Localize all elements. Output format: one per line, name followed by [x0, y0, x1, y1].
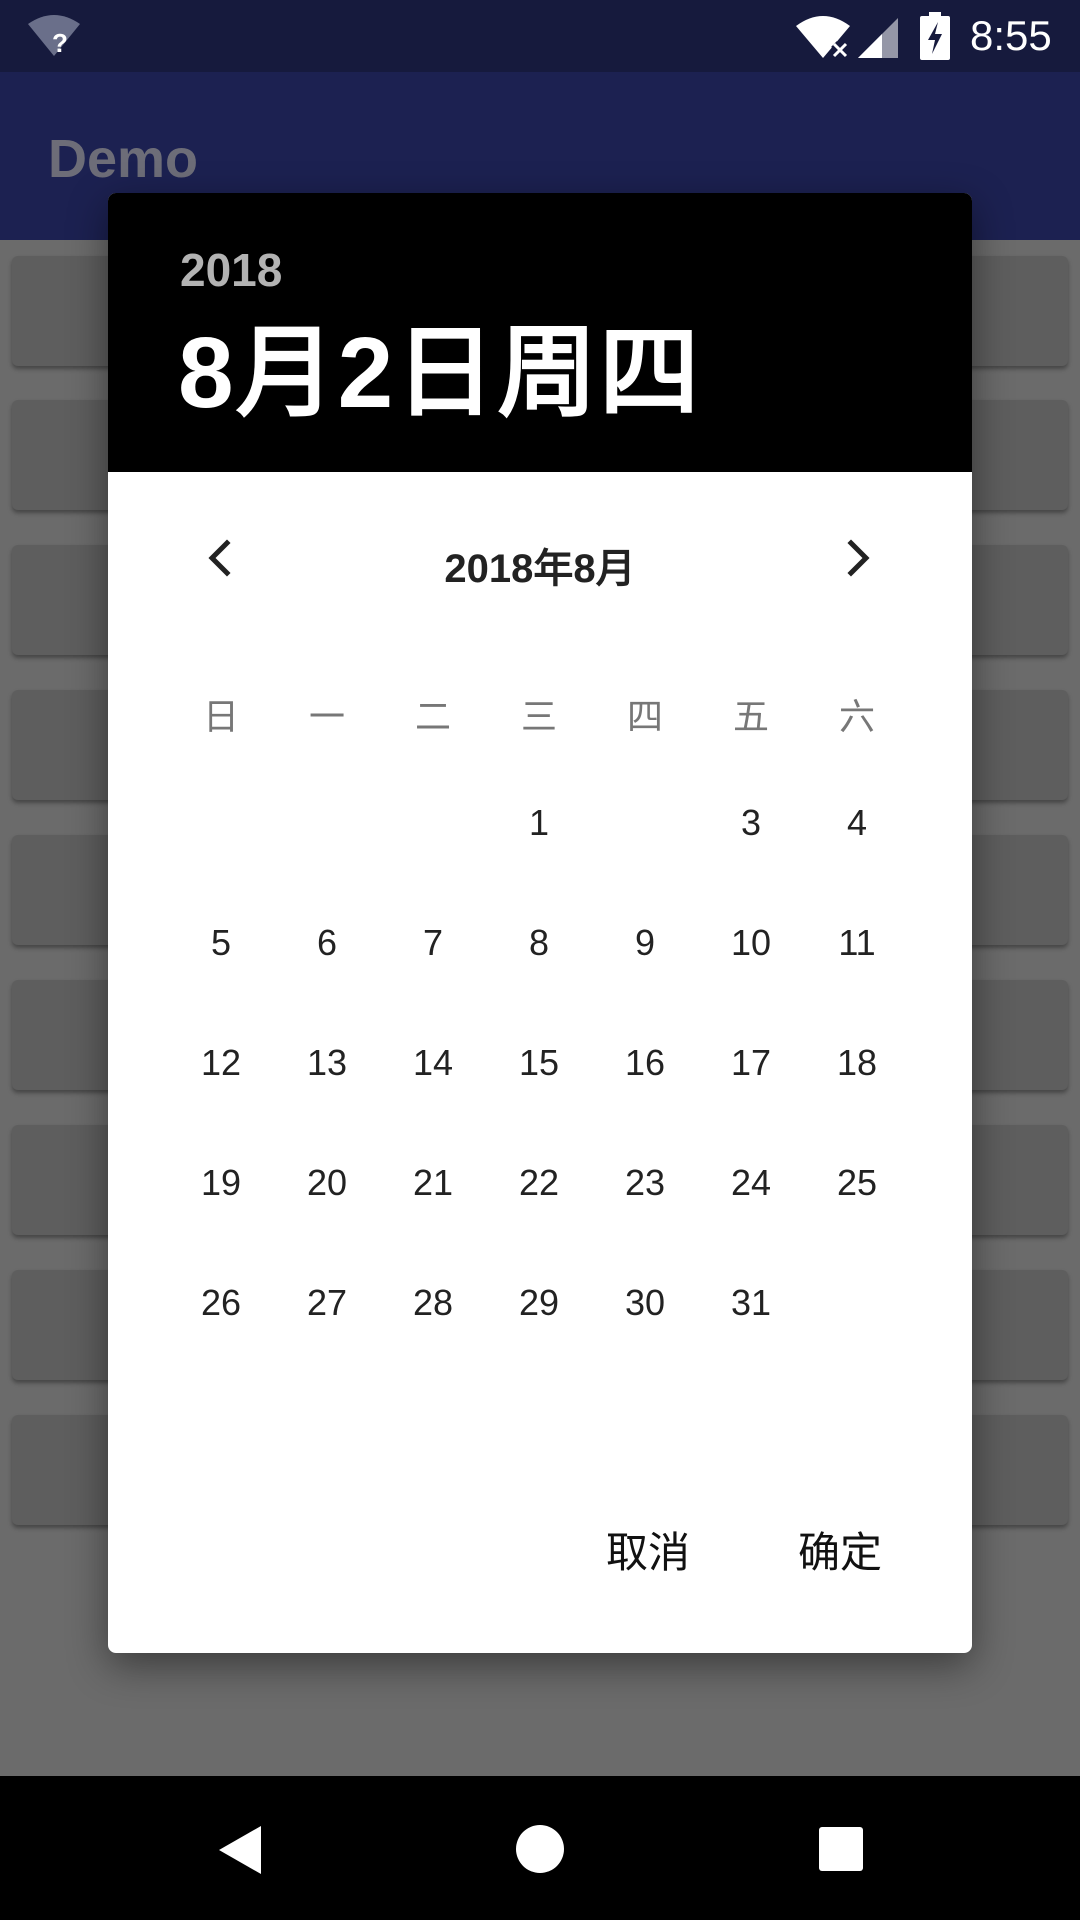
recents-icon[interactable] [818, 1826, 864, 1872]
day-cell[interactable]: 22 [479, 1123, 599, 1243]
day-cell[interactable]: 13 [267, 1003, 387, 1123]
day-number: 21 [412, 1162, 454, 1203]
day-cell[interactable]: 29 [479, 1243, 599, 1363]
weekday-label: 一 [308, 696, 345, 737]
status-time: 8:55 [970, 12, 1052, 59]
day-number: 10 [730, 922, 772, 963]
day-cell[interactable]: 27 [267, 1243, 387, 1363]
day-number: 2 [634, 802, 656, 843]
ok-button[interactable]: 确定 [798, 1523, 882, 1583]
day-cell[interactable]: 16 [585, 1003, 705, 1123]
day-cell[interactable]: 10 [691, 883, 811, 1003]
day-number: 24 [730, 1162, 772, 1203]
day-number: 9 [634, 922, 656, 963]
day-cell[interactable]: 3 [691, 763, 811, 883]
home-icon[interactable] [515, 1824, 565, 1874]
day-number: 30 [624, 1282, 666, 1323]
wifi-question-icon: ? [28, 15, 80, 58]
day-number: 4 [846, 802, 868, 843]
status-bar: ? 8:55 [0, 0, 1080, 72]
day-number: 18 [836, 1042, 878, 1083]
cancel-button[interactable]: 取消 [606, 1523, 690, 1583]
weekday-label: 二 [414, 696, 451, 737]
day-number: 31 [730, 1282, 772, 1323]
day-cell[interactable]: 14 [373, 1003, 493, 1123]
day-cell[interactable]: 30 [585, 1243, 705, 1363]
navigation-bar [0, 1776, 1080, 1920]
day-number: 1 [528, 802, 550, 843]
day-cell[interactable]: 21 [373, 1123, 493, 1243]
header-date[interactable]: 8月2日周四 [178, 291, 701, 436]
day-number: 14 [412, 1042, 454, 1083]
battery-charging-icon [920, 12, 950, 60]
day-cell[interactable]: 12 [161, 1003, 281, 1123]
day-number: 3 [740, 802, 762, 843]
day-number: 5 [210, 922, 232, 963]
day-number: 8 [528, 922, 550, 963]
day-cell[interactable]: 28 [373, 1243, 493, 1363]
chevron-right-icon[interactable] [838, 538, 878, 578]
header-year[interactable]: 2018 [180, 243, 282, 297]
day-cell[interactable]: 23 [585, 1123, 705, 1243]
day-number: 27 [306, 1282, 348, 1323]
day-cell[interactable]: 11 [797, 883, 917, 1003]
app-title: Demo [48, 129, 199, 189]
day-number: 13 [306, 1042, 348, 1083]
weekday-label: 四 [626, 696, 663, 737]
day-cell[interactable]: 7 [373, 883, 493, 1003]
day-cell[interactable]: 8 [479, 883, 599, 1003]
day-cell[interactable]: 9 [585, 883, 705, 1003]
day-cell[interactable]: 6 [267, 883, 387, 1003]
day-number: 7 [422, 922, 444, 963]
weekday-header: 日一二三四五六 [108, 688, 972, 748]
day-number: 12 [200, 1042, 242, 1083]
day-number: 25 [836, 1162, 878, 1203]
weekday-label: 六 [838, 696, 875, 737]
weekday-label: 五 [732, 696, 769, 737]
day-cell[interactable]: 31 [691, 1243, 811, 1363]
dialog-header: 2018 8月2日周四 [108, 193, 972, 472]
day-number: 11 [838, 922, 876, 963]
day-cell[interactable]: 1 [479, 763, 599, 883]
day-number: 6 [316, 922, 338, 963]
day-cell[interactable]: 24 [691, 1123, 811, 1243]
day-cell[interactable]: 20 [267, 1123, 387, 1243]
day-number: 17 [730, 1042, 772, 1083]
day-cell[interactable]: 17 [691, 1003, 811, 1123]
day-number: 26 [200, 1282, 242, 1323]
day-number: 28 [412, 1282, 454, 1323]
day-number: 19 [200, 1162, 242, 1203]
day-number: 23 [624, 1162, 666, 1203]
day-cell[interactable]: 4 [797, 763, 917, 883]
day-number: 15 [518, 1042, 560, 1083]
day-number: 29 [518, 1282, 560, 1323]
day-cell[interactable]: 15 [479, 1003, 599, 1123]
weekday-label: 日 [202, 696, 239, 737]
day-number: 20 [306, 1162, 348, 1203]
day-cell-selected[interactable]: 2 [585, 763, 705, 883]
svg-text:?: ? [52, 28, 68, 58]
month-navigation: 2018年8月 [108, 472, 972, 622]
wifi-x-icon [796, 16, 850, 59]
date-picker-dialog: 2018 8月2日周四 2018年8月 日一二三四五六 1 2 3 4 5 6 7 8 9 10 1… [108, 193, 972, 1653]
day-cell[interactable]: 25 [797, 1123, 917, 1243]
day-number: 16 [624, 1042, 666, 1083]
day-number: 22 [518, 1162, 560, 1203]
back-icon[interactable] [215, 1824, 263, 1876]
day-cell[interactable]: 26 [161, 1243, 281, 1363]
day-cell[interactable]: 5 [161, 883, 281, 1003]
day-cell[interactable]: 19 [161, 1123, 281, 1243]
weekday-label: 三 [520, 696, 557, 737]
day-cell[interactable]: 18 [797, 1003, 917, 1123]
signal-icon [858, 18, 898, 58]
